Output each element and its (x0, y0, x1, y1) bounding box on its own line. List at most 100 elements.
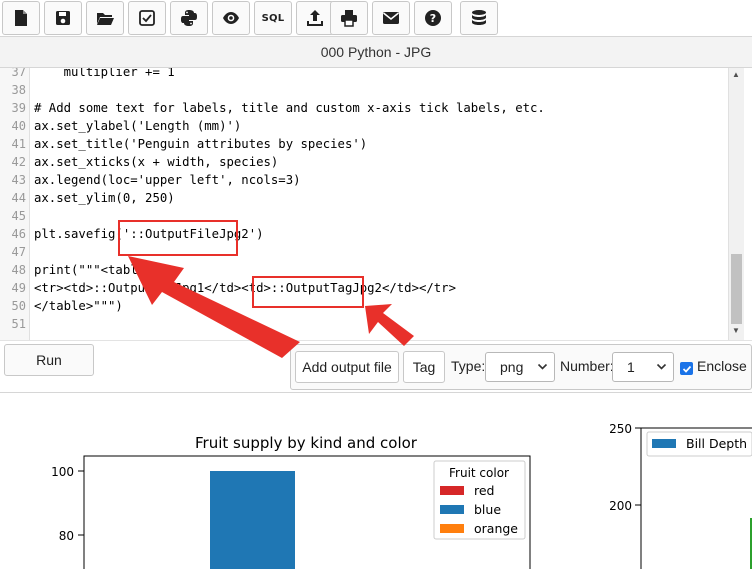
tag-button[interactable]: Tag (403, 351, 445, 383)
code-text: multiplier += 1 (34, 68, 175, 79)
code-line: 38 (0, 81, 730, 99)
y-tick-label: 80 (59, 529, 74, 543)
sql-button[interactable]: SQL (254, 1, 292, 35)
enclose-checkbox[interactable] (680, 362, 693, 375)
code-line: 43 ax.legend(loc='upper left', ncols=3) (0, 171, 730, 189)
type-select-value: png (500, 359, 524, 375)
line-number: 47 (11, 245, 26, 259)
output-images: Fruit supply by kind and color 100 80 Fr… (51, 422, 752, 569)
line-number: 39 (11, 101, 26, 115)
code-line: 39 # Add some text for labels, title and … (0, 99, 730, 117)
code-line: 45 (0, 207, 730, 225)
code-line: 47 (0, 243, 730, 261)
line-number: 45 (11, 209, 26, 223)
sql-icon: SQL (261, 12, 285, 24)
line-number: 40 (11, 119, 26, 133)
code-line: 49 <tr><td>::OutputTagJpg1</td><td>::Outp… (0, 279, 730, 297)
editor-scrollbar[interactable]: ▲ ▼ (728, 68, 744, 340)
save-button[interactable] (44, 1, 82, 35)
code-text: ax.set_xticks(x + width, species) (34, 155, 279, 169)
code-line: 44 ax.set_ylim(0, 250) (0, 189, 730, 207)
number-select[interactable]: 1 (612, 352, 674, 382)
line-number: 38 (11, 83, 26, 97)
window-title: 000 Python - JPG (320, 44, 432, 60)
code-text: ax.set_ylim(0, 250) (34, 191, 175, 205)
control-bar: Run Add output file Tag Type: png Number… (0, 340, 752, 392)
code-line: 41 ax.set_title('Penguin attributes by sp… (0, 135, 730, 153)
type-select[interactable]: png (485, 352, 555, 382)
toolbar: SQL ? (0, 0, 752, 36)
code-text: ax.set_title('Penguin attributes by spec… (34, 137, 368, 151)
chart-fruit-supply: Fruit supply by kind and color 100 80 Fr… (51, 434, 531, 569)
svg-text:?: ? (430, 12, 436, 25)
python-button[interactable] (170, 1, 208, 35)
legend-swatch-orange (440, 524, 464, 533)
code-line: 46 plt.savefig('::OutputFileJpg2') (0, 225, 730, 243)
legend-label: red (474, 483, 495, 498)
chart-title: Fruit supply by kind and color (195, 434, 418, 452)
code-line: 42 ax.set_xticks(x + width, species) (0, 153, 730, 171)
print-button[interactable] (330, 1, 368, 35)
code-text: <tr><td>::OutputTagJpg1</td><td>::Output… (34, 281, 456, 295)
mail-button[interactable] (372, 1, 410, 35)
new-file-button[interactable] (2, 1, 40, 35)
scroll-up-icon[interactable]: ▲ (732, 70, 740, 79)
chart-penguin-attributes: 250 200 Bill Depth (609, 422, 752, 569)
code-text: # Add some text for labels, title and cu… (34, 101, 545, 115)
open-folder-button[interactable] (86, 1, 124, 35)
line-number: 42 (11, 155, 26, 169)
preview-button[interactable] (212, 1, 250, 35)
y-tick-label: 200 (609, 499, 632, 513)
legend-label: Bill Depth (686, 436, 747, 451)
checkbox-icon (139, 10, 155, 26)
code-text: ax.set_ylabel('Length (mm)') (34, 119, 242, 133)
run-button[interactable]: Run (4, 344, 94, 376)
database-button[interactable] (460, 1, 498, 35)
line-number: 37 (11, 68, 26, 79)
database-icon (472, 10, 486, 25)
mail-icon (383, 12, 399, 24)
code-line: 50 </table>""") (0, 297, 730, 315)
scroll-thumb[interactable] (731, 254, 742, 324)
code-line: 37 multiplier += 1 (0, 68, 730, 81)
check-button[interactable] (128, 1, 166, 35)
line-number: 44 (11, 191, 26, 205)
legend-swatch-bill-depth (652, 439, 676, 448)
chevron-down-icon (656, 363, 667, 370)
bar-blue (210, 471, 295, 569)
line-number: 51 (11, 317, 26, 331)
save-icon (56, 11, 70, 25)
scroll-down-icon[interactable]: ▼ (732, 326, 740, 335)
line-number: 48 (11, 263, 26, 277)
enclose-label: Enclose (697, 358, 747, 374)
new-file-icon (15, 10, 27, 26)
print-icon (341, 10, 357, 27)
number-select-value: 1 (627, 359, 635, 375)
eye-icon (223, 12, 239, 24)
help-icon: ? (425, 10, 441, 26)
code-text: plt.savefig('::OutputFileJpg2') (34, 227, 264, 241)
line-number: 49 (11, 281, 26, 295)
legend-swatch-blue (440, 505, 464, 514)
upload-icon (307, 10, 323, 26)
code-text: </table>""") (34, 299, 123, 313)
code-line: 40 ax.set_ylabel('Length (mm)') (0, 117, 730, 135)
code-text: print("""<table> (34, 263, 153, 277)
help-button[interactable]: ? (414, 1, 452, 35)
legend-label: orange (474, 521, 518, 536)
legend-title: Fruit color (449, 466, 509, 480)
checkmark-icon (682, 365, 691, 373)
output-options-group: Add output file Tag Type: png Number: 1 … (290, 344, 752, 390)
upload-button[interactable] (296, 1, 334, 35)
code-editor[interactable]: 37 multiplier += 1 38 39 # Add some text fo… (0, 68, 744, 340)
window-title-bar: 000 Python - JPG (0, 36, 752, 68)
add-output-file-button[interactable]: Add output file (295, 351, 399, 383)
code-text: ax.legend(loc='upper left', ncols=3) (34, 173, 301, 187)
line-number: 46 (11, 227, 26, 241)
code-line: 48 print("""<table> (0, 261, 730, 279)
code-line: 51 (0, 315, 730, 333)
legend-swatch-red (440, 486, 464, 495)
open-folder-icon (97, 13, 114, 25)
y-tick-label: 100 (51, 465, 74, 479)
line-number: 41 (11, 137, 26, 151)
